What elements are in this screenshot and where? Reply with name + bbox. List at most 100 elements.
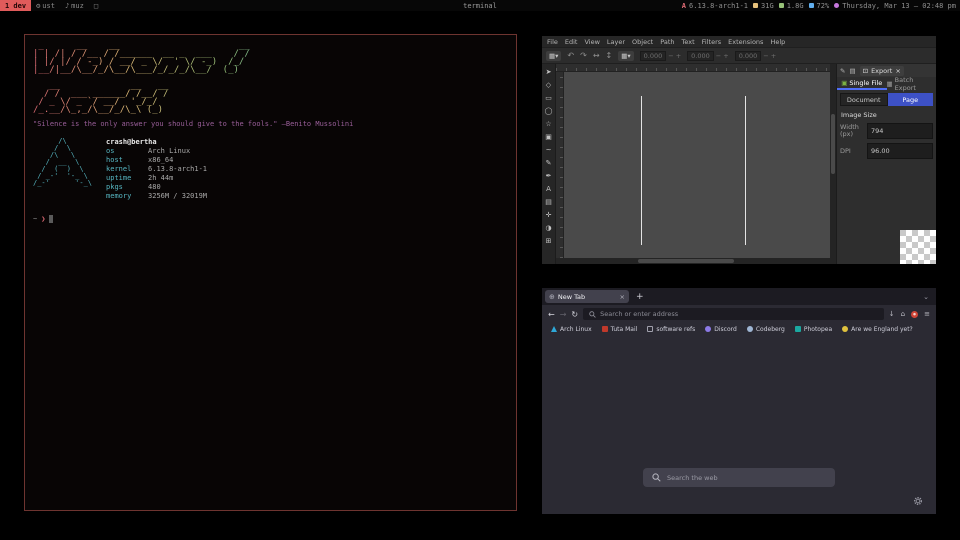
batch-export-icon: ▦ bbox=[887, 80, 893, 88]
adblock-extension-icon[interactable] bbox=[911, 311, 918, 318]
flip-horizontal-icon[interactable]: ↔ bbox=[593, 51, 600, 60]
fetch-row-os: osArch Linux bbox=[106, 147, 207, 156]
kernel-version: 6.13.8-arch1-1 bbox=[689, 2, 748, 10]
width-spinner[interactable]: 0.000 − + bbox=[735, 51, 777, 61]
rotate-ccw-icon[interactable]: ↶ bbox=[567, 51, 574, 60]
bookmark-tuta-mail[interactable]: Tuta Mail bbox=[602, 326, 638, 333]
web-search-box[interactable] bbox=[643, 468, 835, 487]
y-value[interactable]: 0.000 bbox=[687, 51, 714, 61]
increment-icon[interactable]: + bbox=[676, 52, 681, 60]
focused-window-title: terminal bbox=[463, 2, 497, 10]
spiral-tool[interactable]: ~ bbox=[542, 143, 555, 156]
bookmark-england[interactable]: Are we England yet? bbox=[842, 326, 913, 333]
tab-single-file[interactable]: ▣ Single File bbox=[837, 77, 887, 90]
w-value[interactable]: 0.000 bbox=[735, 51, 762, 61]
back-button[interactable]: ← bbox=[548, 310, 555, 319]
menu-layer[interactable]: Layer bbox=[607, 38, 625, 46]
new-tab-button[interactable]: + bbox=[636, 292, 644, 302]
fetch-row-pkgs: pkgs480 bbox=[106, 183, 207, 192]
node-tool[interactable]: ◇ bbox=[542, 78, 555, 91]
bookmark-arch-linux[interactable]: Arch Linux bbox=[551, 326, 592, 333]
list-tabs-icon[interactable]: ⌄ bbox=[923, 293, 929, 301]
canvas-vscrollbar[interactable] bbox=[830, 64, 836, 264]
shell-prompt[interactable]: ~ ❯ bbox=[33, 215, 508, 223]
image-size-heading: Image Size bbox=[841, 111, 936, 119]
home-icon[interactable]: ⌂ bbox=[901, 310, 905, 318]
vscroll-thumb[interactable] bbox=[831, 114, 835, 174]
browser-window[interactable]: ⊕ New Tab × + ⌄ ← → ↻ ↓ ⌂ ≡ Arch Linux T… bbox=[542, 288, 936, 514]
menu-text[interactable]: Text bbox=[682, 38, 695, 46]
workspace-ust[interactable]: ⚙ ust bbox=[31, 0, 60, 11]
workspace-muz[interactable]: ♪ muz bbox=[60, 0, 89, 11]
downloads-icon[interactable]: ↓ bbox=[889, 310, 895, 318]
workspace-empty[interactable]: □ bbox=[89, 0, 103, 11]
canvas-hscrollbar[interactable] bbox=[556, 258, 830, 264]
menu-path[interactable]: Path bbox=[660, 38, 674, 46]
url-bar[interactable] bbox=[583, 308, 884, 320]
decrement-icon[interactable]: − bbox=[763, 52, 768, 60]
menu-filters[interactable]: Filters bbox=[702, 38, 721, 46]
fill-tool[interactable]: ⊞ bbox=[542, 234, 555, 247]
box-3d-tool[interactable]: ▣ bbox=[542, 130, 555, 143]
width-input[interactable] bbox=[867, 123, 933, 139]
page-settings-gear-icon[interactable] bbox=[913, 496, 923, 506]
pencil-dock-icon[interactable]: ✎ bbox=[840, 67, 845, 75]
snap-dropdown[interactable]: ▦▾ bbox=[618, 51, 633, 61]
tab-close-icon[interactable]: × bbox=[620, 293, 625, 301]
export-preview-checkerboard bbox=[900, 230, 936, 264]
y-coordinate-spinner[interactable]: 0.000 − + bbox=[687, 51, 729, 61]
menu-edit[interactable]: Edit bbox=[565, 38, 578, 46]
pencil-tool[interactable]: ✎ bbox=[542, 156, 555, 169]
workspace-dev[interactable]: 1 dev bbox=[0, 0, 31, 11]
path-line-right[interactable] bbox=[745, 96, 746, 245]
hscroll-thumb[interactable] bbox=[638, 259, 734, 263]
star-tool[interactable]: ☆ bbox=[542, 117, 555, 130]
page-button[interactable]: Page bbox=[888, 93, 934, 106]
export-dock-tab[interactable]: ⊡ Export × bbox=[860, 66, 904, 76]
bookmark-photopea[interactable]: Photopea bbox=[795, 326, 832, 333]
inkscape-canvas[interactable] bbox=[564, 72, 830, 258]
menu-file[interactable]: File bbox=[547, 38, 558, 46]
text-tool[interactable]: A bbox=[542, 182, 555, 195]
active-tab[interactable]: ⊕ New Tab × bbox=[545, 290, 629, 303]
inkscape-window[interactable]: File Edit View Layer Object Path Text Fi… bbox=[542, 36, 936, 264]
increment-icon[interactable]: + bbox=[723, 52, 728, 60]
increment-icon[interactable]: + bbox=[771, 52, 776, 60]
close-icon[interactable]: × bbox=[895, 67, 900, 75]
document-button[interactable]: Document bbox=[840, 93, 888, 106]
reload-button[interactable]: ↻ bbox=[571, 310, 578, 319]
dpi-input[interactable] bbox=[867, 143, 933, 159]
bookmark-software-refs[interactable]: software refs bbox=[647, 326, 695, 333]
menu-help[interactable]: Help bbox=[770, 38, 785, 46]
x-coordinate-spinner[interactable]: 0.000 − + bbox=[640, 51, 682, 61]
arch-logo-icon: A bbox=[682, 2, 686, 10]
rectangle-tool[interactable]: ▭ bbox=[542, 91, 555, 104]
rotate-cw-icon[interactable]: ↷ bbox=[580, 51, 587, 60]
path-line-left[interactable] bbox=[641, 96, 642, 245]
selector-tool[interactable]: ➤ bbox=[542, 65, 555, 78]
dropper-tool[interactable]: ◑ bbox=[542, 221, 555, 234]
measure-tool[interactable]: ✛ bbox=[542, 208, 555, 221]
decrement-icon[interactable]: − bbox=[716, 52, 721, 60]
bookmark-label: Are we England yet? bbox=[851, 326, 913, 333]
tab-batch-export[interactable]: ▦ Batch Export bbox=[887, 77, 937, 90]
gradient-tool[interactable]: ▤ bbox=[542, 195, 555, 208]
decrement-icon[interactable]: − bbox=[668, 52, 673, 60]
bookmark-discord[interactable]: Discord bbox=[705, 326, 737, 333]
pen-tool[interactable]: ✒ bbox=[542, 169, 555, 182]
bookmark-codeberg[interactable]: Codeberg bbox=[747, 326, 785, 333]
ellipse-tool[interactable]: ◯ bbox=[542, 104, 555, 117]
layers-dock-icon[interactable]: ▤ bbox=[849, 67, 855, 75]
disk-icon bbox=[753, 3, 758, 8]
menu-view[interactable]: View bbox=[584, 38, 599, 46]
selection-mode-dropdown[interactable]: ▦▾ bbox=[546, 51, 561, 61]
menu-icon[interactable]: ≡ bbox=[924, 310, 930, 318]
x-value[interactable]: 0.000 bbox=[640, 51, 667, 61]
menu-extensions[interactable]: Extensions bbox=[728, 38, 763, 46]
web-search-input[interactable] bbox=[667, 474, 826, 482]
terminal-window[interactable]: _ __ __ __ | | /| / /__ / /______ __ _ _… bbox=[24, 34, 517, 511]
forward-button[interactable]: → bbox=[560, 310, 567, 319]
menu-object[interactable]: Object bbox=[632, 38, 653, 46]
url-input[interactable] bbox=[600, 310, 878, 318]
flip-vertical-icon[interactable]: ↕ bbox=[606, 51, 613, 60]
